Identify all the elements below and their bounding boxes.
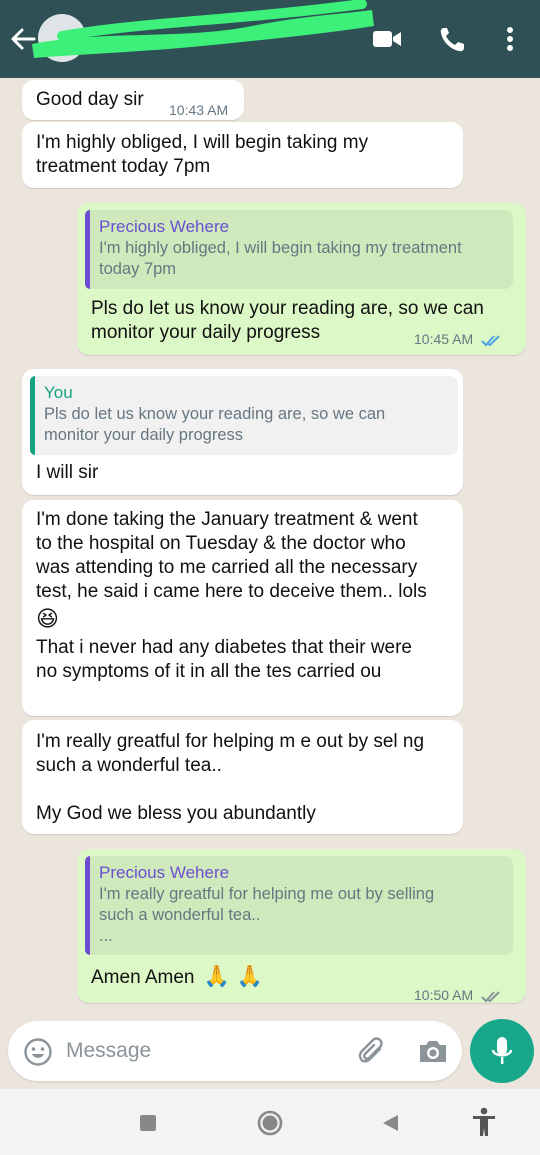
incoming-message[interactable]: You Pls do let us know your reading are,… (22, 369, 463, 495)
video-call-icon[interactable] (370, 24, 404, 54)
message-time-status: 10:50 AM (414, 983, 503, 1007)
redaction-scribble (32, 0, 374, 58)
message-composer (8, 1021, 462, 1081)
message-time: 10:45 AM (414, 331, 474, 347)
incoming-message[interactable]: I'm done taking the January treatment & … (22, 500, 463, 716)
message-text: Amen Amen (91, 967, 195, 988)
outgoing-message[interactable]: Precious Wehere I'm highly obliged, I wi… (77, 203, 526, 355)
message-time: 10:43 AM (169, 102, 229, 118)
message-text: I'm done taking the January treatment & … (36, 509, 427, 602)
voice-message-button[interactable] (470, 1019, 534, 1083)
praying-hands-emoji: 🙏 🙏 (203, 964, 263, 988)
quoted-text: Pls do let us know your reading are, so … (44, 405, 386, 444)
incoming-message[interactable]: Good day sir 10:43 AM (22, 80, 244, 120)
message-text: I'm highly obliged, I will begin taking … (36, 132, 369, 177)
chat-header (0, 0, 540, 78)
incoming-message[interactable]: I'm highly obliged, I will begin taking … (22, 122, 463, 188)
more-vertical-icon[interactable] (494, 24, 528, 54)
quoted-author: You (44, 383, 73, 402)
accessibility-icon[interactable] (470, 1106, 498, 1138)
message-time: 10:50 AM (414, 987, 474, 1003)
laughing-emoji: 😆 (36, 607, 59, 632)
microphone-icon (491, 1037, 513, 1064)
outgoing-message[interactable]: Precious Wehere I'm really greatful for … (77, 849, 526, 1003)
emoji-icon[interactable] (23, 1037, 53, 1067)
message-text: Good day sir (36, 89, 144, 110)
quoted-message[interactable]: Precious Wehere I'm highly obliged, I wi… (85, 210, 513, 289)
quoted-message[interactable]: Precious Wehere I'm really greatful for … (85, 856, 513, 955)
quoted-author: Precious Wehere (99, 863, 230, 882)
delivered-ticks-icon (481, 991, 500, 1003)
message-input[interactable] (66, 1035, 326, 1067)
camera-icon[interactable] (416, 1036, 450, 1066)
message-text: I will sir (36, 462, 99, 483)
quoted-text: I'm really greatful for helping me out b… (99, 885, 435, 945)
home-icon[interactable] (257, 1110, 283, 1136)
message-text: I'm really greatful for helping m e out … (36, 731, 425, 824)
read-ticks-icon (481, 335, 500, 347)
recent-apps-icon[interactable] (138, 1113, 158, 1133)
incoming-message[interactable]: I'm really greatful for helping m e out … (22, 720, 463, 834)
message-time-status: 10:45 AM (414, 327, 503, 351)
quoted-text: I'm highly obliged, I will begin taking … (99, 239, 462, 278)
message-list[interactable]: Good day sir 10:43 AM I'm highly obliged… (0, 78, 540, 1020)
phone-icon[interactable] (436, 24, 470, 54)
back-icon[interactable] (380, 1113, 400, 1133)
quoted-message[interactable]: You Pls do let us know your reading are,… (30, 376, 458, 455)
message-line: Amen Amen 🙏 🙏 (91, 964, 263, 990)
attach-icon[interactable] (356, 1035, 388, 1067)
quoted-author: Precious Wehere (99, 217, 230, 236)
system-navigation-bar (0, 1089, 540, 1155)
message-text-continued: That i never had any diabetes that their… (36, 637, 413, 682)
